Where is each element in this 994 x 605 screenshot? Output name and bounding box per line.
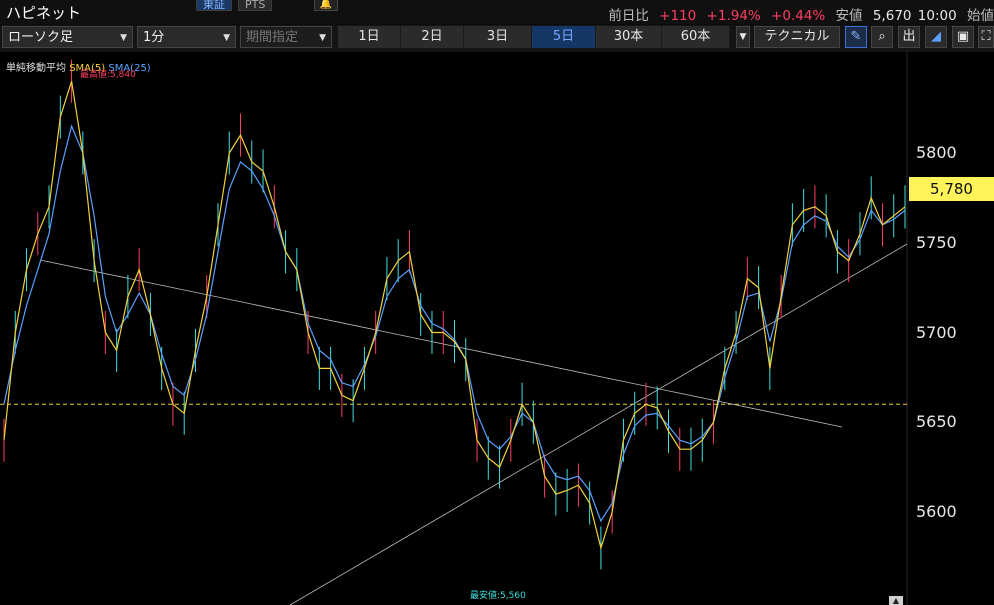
volume-icon[interactable]: 出 — [898, 26, 920, 48]
price-chart-area[interactable] — [0, 52, 994, 605]
y-tick-label: 5700 — [916, 323, 957, 342]
stock-title: ハピネット — [6, 4, 82, 22]
area-chart-icon[interactable]: ◢ — [925, 26, 947, 48]
y-tick-label: 5650 — [916, 412, 957, 431]
chart-type-select[interactable]: ローソク足 ▼ — [2, 26, 133, 48]
exchange-tab-pts[interactable]: PTS — [238, 0, 273, 11]
chevron-down-icon: ▼ — [319, 33, 326, 43]
interval-value: 1分 — [143, 30, 165, 45]
quote-summary: 前日比 +110 +1.94% +0.44% 安値 5,670 10:00 始値 — [602, 4, 994, 24]
volume-glyph: 出 — [902, 29, 916, 44]
scroll-down-icon[interactable]: ▲ — [889, 596, 903, 605]
sma5-series — [3, 81, 906, 551]
pen-icon[interactable]: ✎ — [845, 26, 867, 48]
range-2d[interactable]: 2日 — [401, 26, 464, 48]
range-more-dropdown[interactable]: ▼ — [736, 26, 750, 48]
period-select[interactable]: 期間指定 ▼ — [240, 26, 332, 48]
price-chart — [0, 52, 908, 605]
chevron-down-icon: ▼ — [739, 32, 747, 42]
range-60-bars[interactable]: 60本 — [662, 26, 730, 48]
high-price-label: 最高値:5,840 — [80, 70, 136, 80]
range-3d[interactable]: 3日 — [464, 26, 532, 48]
chart-type-value: ローソク足 — [8, 30, 74, 45]
current-price-tag: 5,780 — [909, 177, 994, 201]
change-value: +110 — [659, 8, 697, 24]
y-tick-label: 5600 — [916, 502, 957, 521]
range-1d[interactable]: 1日 — [338, 26, 401, 48]
period-value: 期間指定 — [246, 30, 299, 45]
chevron-down-icon: ▼ — [223, 33, 230, 43]
chevron-down-icon: ▼ — [120, 33, 127, 43]
open-label: 始値 — [967, 8, 994, 24]
technical-button[interactable]: テクニカル — [754, 26, 840, 48]
candle-wicks — [3, 59, 906, 570]
trendline-down — [39, 259, 843, 428]
range-percent: +0.44% — [771, 8, 826, 24]
range-30-bars[interactable]: 30本 — [596, 26, 662, 48]
range-5d[interactable]: 5日 — [532, 26, 596, 48]
low-price-label: 最安値:5,560 — [470, 591, 526, 601]
change-label: 前日比 — [608, 8, 649, 24]
low-time: 10:00 — [917, 8, 957, 24]
save-icon[interactable]: ▣ — [952, 26, 974, 48]
header-bar: ハピネット 東証 PTS 🔔 前日比 +110 +1.94% +0.44% 安値… — [0, 0, 994, 24]
legend-label: 単純移動平均 — [6, 63, 66, 74]
exchange-tab-tse[interactable]: 東証 — [196, 0, 232, 11]
zoom-icon[interactable]: ⌕ — [871, 26, 893, 48]
y-tick-label: 5800 — [916, 143, 957, 162]
alert-bell-icon[interactable]: 🔔 — [314, 0, 338, 11]
expand-icon[interactable]: ⛶ — [978, 26, 994, 48]
low-value: 5,670 — [872, 8, 912, 24]
chart-toolbar: ローソク足 ▼ 1分 ▼ 期間指定 ▼ 1日 2日 3日 5日 30本 60本 … — [0, 25, 994, 52]
y-tick-label: 5750 — [916, 233, 957, 252]
change-percent: +1.94% — [706, 8, 761, 24]
interval-select[interactable]: 1分 ▼ — [137, 26, 236, 48]
low-label: 安値 — [835, 8, 863, 24]
